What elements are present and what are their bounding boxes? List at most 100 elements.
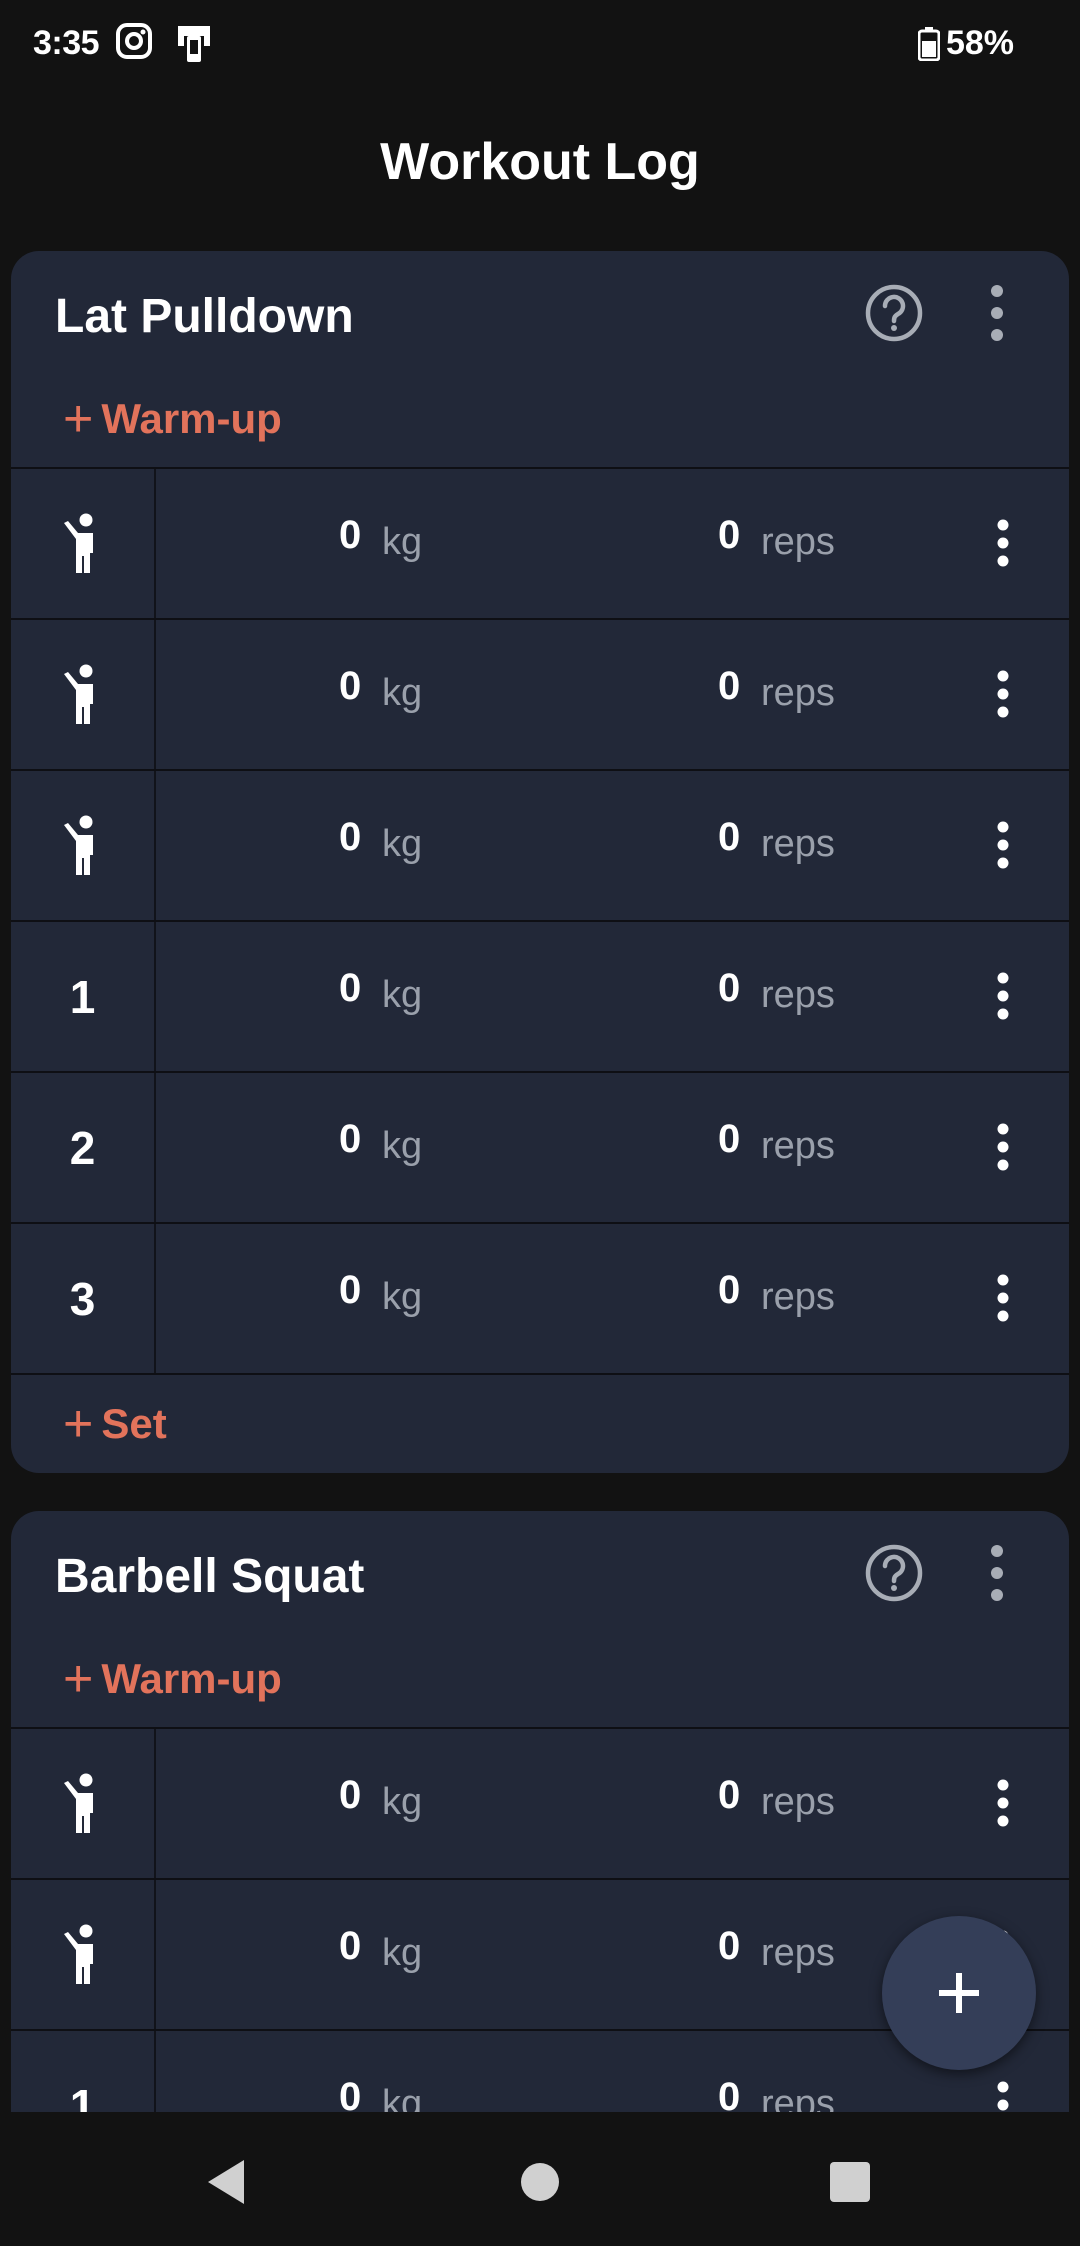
notification-icon [172, 22, 216, 69]
weight-unit: kg [382, 1125, 423, 1167]
weight-unit: kg [382, 974, 423, 1016]
weight-unit: kg [382, 1781, 423, 1823]
reps-value[interactable]: 0 [718, 1924, 740, 1969]
back-icon[interactable] [196, 2152, 256, 2212]
set-more-icon[interactable] [971, 1771, 1035, 1835]
add-set-button[interactable]: + Set [11, 1375, 1069, 1473]
reps-value[interactable]: 0 [718, 513, 740, 558]
weight-unit: kg [382, 672, 423, 714]
weight-value[interactable]: 0 [339, 966, 361, 1011]
set-more-icon[interactable] [971, 662, 1035, 726]
home-icon[interactable] [510, 2152, 570, 2212]
set-row[interactable]: 1 0 kg 0 reps [11, 922, 1069, 1073]
page-title: Workout Log [380, 133, 700, 191]
reps-value[interactable]: 0 [718, 664, 740, 709]
plus-icon: + [63, 1395, 94, 1453]
reps-unit: reps [761, 2083, 835, 2112]
system-nav-bar [0, 2112, 1080, 2246]
weight-value[interactable]: 0 [339, 815, 361, 860]
set-row[interactable]: 0 kg 0 reps [11, 771, 1069, 922]
set-marker[interactable] [11, 469, 156, 618]
recents-icon[interactable] [820, 2152, 880, 2212]
set-row[interactable]: 0 kg 0 reps [11, 469, 1069, 620]
set-marker[interactable] [11, 771, 156, 920]
set-more-icon[interactable] [971, 1115, 1035, 1179]
set-marker[interactable] [11, 1729, 156, 1878]
help-icon[interactable] [864, 1543, 924, 1603]
more-vert-icon[interactable] [965, 1541, 1029, 1605]
exercise-card: Lat Pulldown + Warm-up 0 kg 0 reps 0 kg … [11, 251, 1069, 1473]
reps-unit: reps [761, 1781, 835, 1823]
weight-unit: kg [382, 2083, 423, 2112]
status-time: 3:35 [33, 24, 100, 62]
workout-list[interactable]: Lat Pulldown + Warm-up 0 kg 0 reps 0 kg … [0, 248, 1080, 2112]
more-vert-icon[interactable] [965, 281, 1029, 345]
set-more-icon[interactable] [971, 813, 1035, 877]
weight-value[interactable]: 0 [339, 1773, 361, 1818]
set-more-icon[interactable] [971, 964, 1035, 1028]
weight-value[interactable]: 0 [339, 1268, 361, 1313]
add-warmup-button[interactable]: + Warm-up [11, 371, 1069, 469]
weight-value[interactable]: 0 [339, 664, 361, 709]
exercise-title: Barbell Squat [55, 1550, 365, 1603]
reps-unit: reps [761, 1125, 835, 1167]
warmup-person-icon [63, 513, 93, 573]
instagram-icon [115, 22, 153, 65]
weight-value[interactable]: 0 [339, 1924, 361, 1969]
set-row[interactable]: 0 kg 0 reps [11, 1729, 1069, 1880]
set-number: 1 [69, 2079, 96, 2113]
weight-value[interactable]: 0 [339, 1117, 361, 1162]
set-marker[interactable] [11, 1880, 156, 2029]
set-more-icon[interactable] [971, 511, 1035, 575]
set-row[interactable]: 2 0 kg 0 reps [11, 1073, 1069, 1224]
warmup-label: Warm-up [101, 395, 282, 442]
set-number: 2 [69, 1121, 96, 1174]
set-marker[interactable]: 3 [11, 1224, 156, 1373]
weight-unit: kg [382, 823, 423, 865]
reps-value[interactable]: 0 [718, 966, 740, 1011]
set-marker[interactable]: 1 [11, 2031, 156, 2112]
weight-unit: kg [382, 1276, 423, 1318]
weight-value[interactable]: 0 [339, 513, 361, 558]
reps-value[interactable]: 0 [718, 1117, 740, 1162]
warmup-person-icon [63, 815, 93, 875]
exercise-header: Barbell Squat [11, 1511, 1069, 1631]
set-marker[interactable]: 2 [11, 1073, 156, 1222]
set-more-icon[interactable] [971, 1266, 1035, 1330]
set-marker[interactable]: 1 [11, 922, 156, 1071]
battery-percent: 58% [945, 24, 1014, 62]
reps-unit: reps [761, 823, 835, 865]
set-more-icon[interactable] [971, 2073, 1035, 2112]
battery-icon [917, 26, 940, 61]
weight-unit: kg [382, 1932, 423, 1974]
set-marker[interactable] [11, 620, 156, 769]
reps-unit: reps [761, 1932, 835, 1974]
add-warmup-button[interactable]: + Warm-up [11, 1631, 1069, 1729]
reps-value[interactable]: 0 [718, 815, 740, 860]
reps-unit: reps [761, 974, 835, 1016]
help-icon[interactable] [864, 283, 924, 343]
exercise-header: Lat Pulldown [11, 251, 1069, 371]
battery-status: 58% [917, 24, 1014, 63]
warmup-person-icon [63, 664, 93, 724]
warmup-person-icon [63, 1924, 93, 1984]
exercise-title: Lat Pulldown [55, 290, 354, 343]
reps-unit: reps [761, 1276, 835, 1318]
add-set-label: Set [101, 1400, 167, 1447]
set-row[interactable]: 0 kg 0 reps [11, 620, 1069, 771]
plus-icon: + [63, 1650, 94, 1708]
set-number: 1 [69, 970, 96, 1023]
add-exercise-fab[interactable] [882, 1916, 1036, 2070]
reps-unit: reps [761, 672, 835, 714]
set-row[interactable]: 3 0 kg 0 reps [11, 1224, 1069, 1375]
weight-unit: kg [382, 521, 423, 563]
reps-value[interactable]: 0 [718, 1773, 740, 1818]
reps-value[interactable]: 0 [718, 2075, 740, 2112]
warmup-person-icon [63, 1773, 93, 1833]
reps-unit: reps [761, 521, 835, 563]
weight-value[interactable]: 0 [339, 2075, 361, 2112]
set-number: 3 [69, 1272, 96, 1325]
reps-value[interactable]: 0 [718, 1268, 740, 1313]
warmup-label: Warm-up [101, 1655, 282, 1702]
status-bar: 3:35 58% [0, 0, 1080, 86]
